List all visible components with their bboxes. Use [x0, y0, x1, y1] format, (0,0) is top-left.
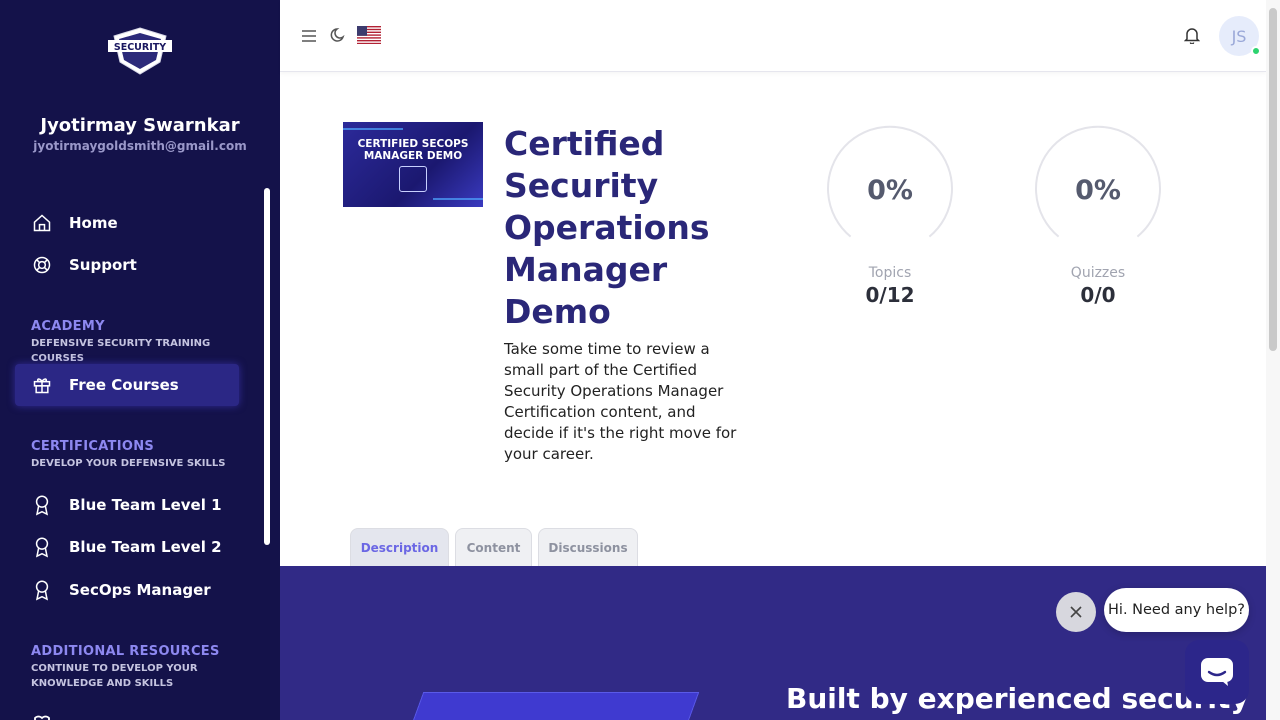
section-title-academy: ACADEMY — [31, 319, 105, 334]
chat-icon — [1201, 658, 1233, 686]
tab-content[interactable]: Content — [455, 528, 532, 566]
award-icon — [30, 493, 54, 517]
tab-description[interactable]: Description — [350, 528, 449, 566]
course-title: Certified Security Operations Manager De… — [504, 124, 710, 331]
sidebar-item-label: Blue Team Level 1 — [69, 496, 222, 514]
logo[interactable]: SECURITY — [108, 26, 172, 76]
section-title-additional-resources: ADDITIONAL RESOURCES — [31, 644, 220, 659]
gift-icon — [30, 373, 54, 397]
quizzes-percent: 0% — [1075, 175, 1121, 206]
us-flag-icon[interactable] — [357, 26, 381, 48]
bell-icon[interactable] — [1183, 26, 1201, 48]
chat-close-button[interactable] — [1056, 592, 1096, 632]
avatar-initials: JS — [1231, 26, 1247, 46]
banner-heading: Built by experienced security — [786, 682, 1249, 715]
course-description: Take some time to review a small part of… — [504, 340, 737, 463]
chat-greeting-bubble[interactable]: Hi. Need any help? — [1104, 588, 1249, 632]
topics-percent: 0% — [867, 175, 913, 206]
sidebar: SECURITY Jyotirmay Swarnkar jyotirmaygol… — [0, 0, 280, 720]
home-icon — [30, 211, 54, 235]
section-subtitle-certifications: DEVELOP YOUR DEFENSIVE SKILLS — [31, 458, 226, 469]
sidebar-item-support[interactable]: Support — [15, 244, 239, 286]
sidebar-item-home[interactable]: Home — [15, 202, 239, 244]
sidebar-item-free-courses[interactable]: Free Courses — [15, 364, 239, 406]
sidebar-item-secops-manager[interactable]: SecOps Manager — [15, 569, 239, 611]
main-scrollbar-thumb[interactable] — [1269, 8, 1277, 351]
award-icon — [30, 578, 54, 602]
certificate-icon — [399, 166, 427, 192]
close-icon — [1070, 606, 1082, 618]
sidebar-item-label: SecOps Manager — [69, 581, 211, 599]
top-bar: JS — [280, 0, 1266, 72]
sidebar-item-label: Blue Team Level 2 — [69, 538, 222, 556]
sidebar-scrollbar[interactable] — [264, 188, 270, 545]
topics-progress: 0% Topics 0/12 — [825, 123, 955, 307]
logo-text: SECURITY — [114, 42, 166, 53]
topics-count: 0/12 — [865, 283, 915, 307]
quizzes-progress: 0% Quizzes 0/0 — [1033, 123, 1163, 307]
section-title-certifications: CERTIFICATIONS — [31, 439, 155, 454]
chat-launcher-button[interactable] — [1185, 640, 1249, 704]
quizzes-label: Quizzes — [1070, 265, 1126, 281]
sidebar-item-blue-team-level-2[interactable]: Blue Team Level 2 — [15, 526, 239, 568]
quizzes-count: 0/0 — [1080, 283, 1116, 307]
lifebuoy-icon — [30, 253, 54, 277]
banner-illustration — [408, 692, 700, 720]
sidebar-item-label: Home — [69, 214, 118, 232]
user-email: jyotirmaygoldsmith@gmail.com — [33, 139, 247, 153]
section-subtitle-additional-resources: CONTINUE TO DEVELOP YOUR KNOWLEDGE AND S… — [31, 663, 198, 689]
tab-discussions[interactable]: Discussions — [538, 528, 638, 566]
course-thumbnail-title: CERTIFIED SECOPS MANAGER DEMO — [357, 138, 469, 162]
user-name: Jyotirmay Swarnkar — [40, 115, 240, 136]
book-icon — [33, 712, 51, 720]
moon-icon[interactable] — [330, 27, 346, 47]
section-subtitle-academy: DEFENSIVE SECURITY TRAINING COURSES — [31, 338, 211, 364]
avatar[interactable]: JS — [1219, 16, 1261, 56]
award-icon — [30, 535, 54, 559]
course-thumbnail: CERTIFIED SECOPS MANAGER DEMO — [343, 122, 483, 207]
online-status-dot — [1251, 46, 1261, 56]
sidebar-item-blue-team-level-1[interactable]: Blue Team Level 1 — [15, 484, 239, 526]
topics-label: Topics — [868, 265, 912, 281]
sidebar-item-label: Free Courses — [69, 376, 179, 394]
menu-icon[interactable] — [301, 28, 317, 47]
sidebar-item-label: Support — [69, 256, 137, 274]
